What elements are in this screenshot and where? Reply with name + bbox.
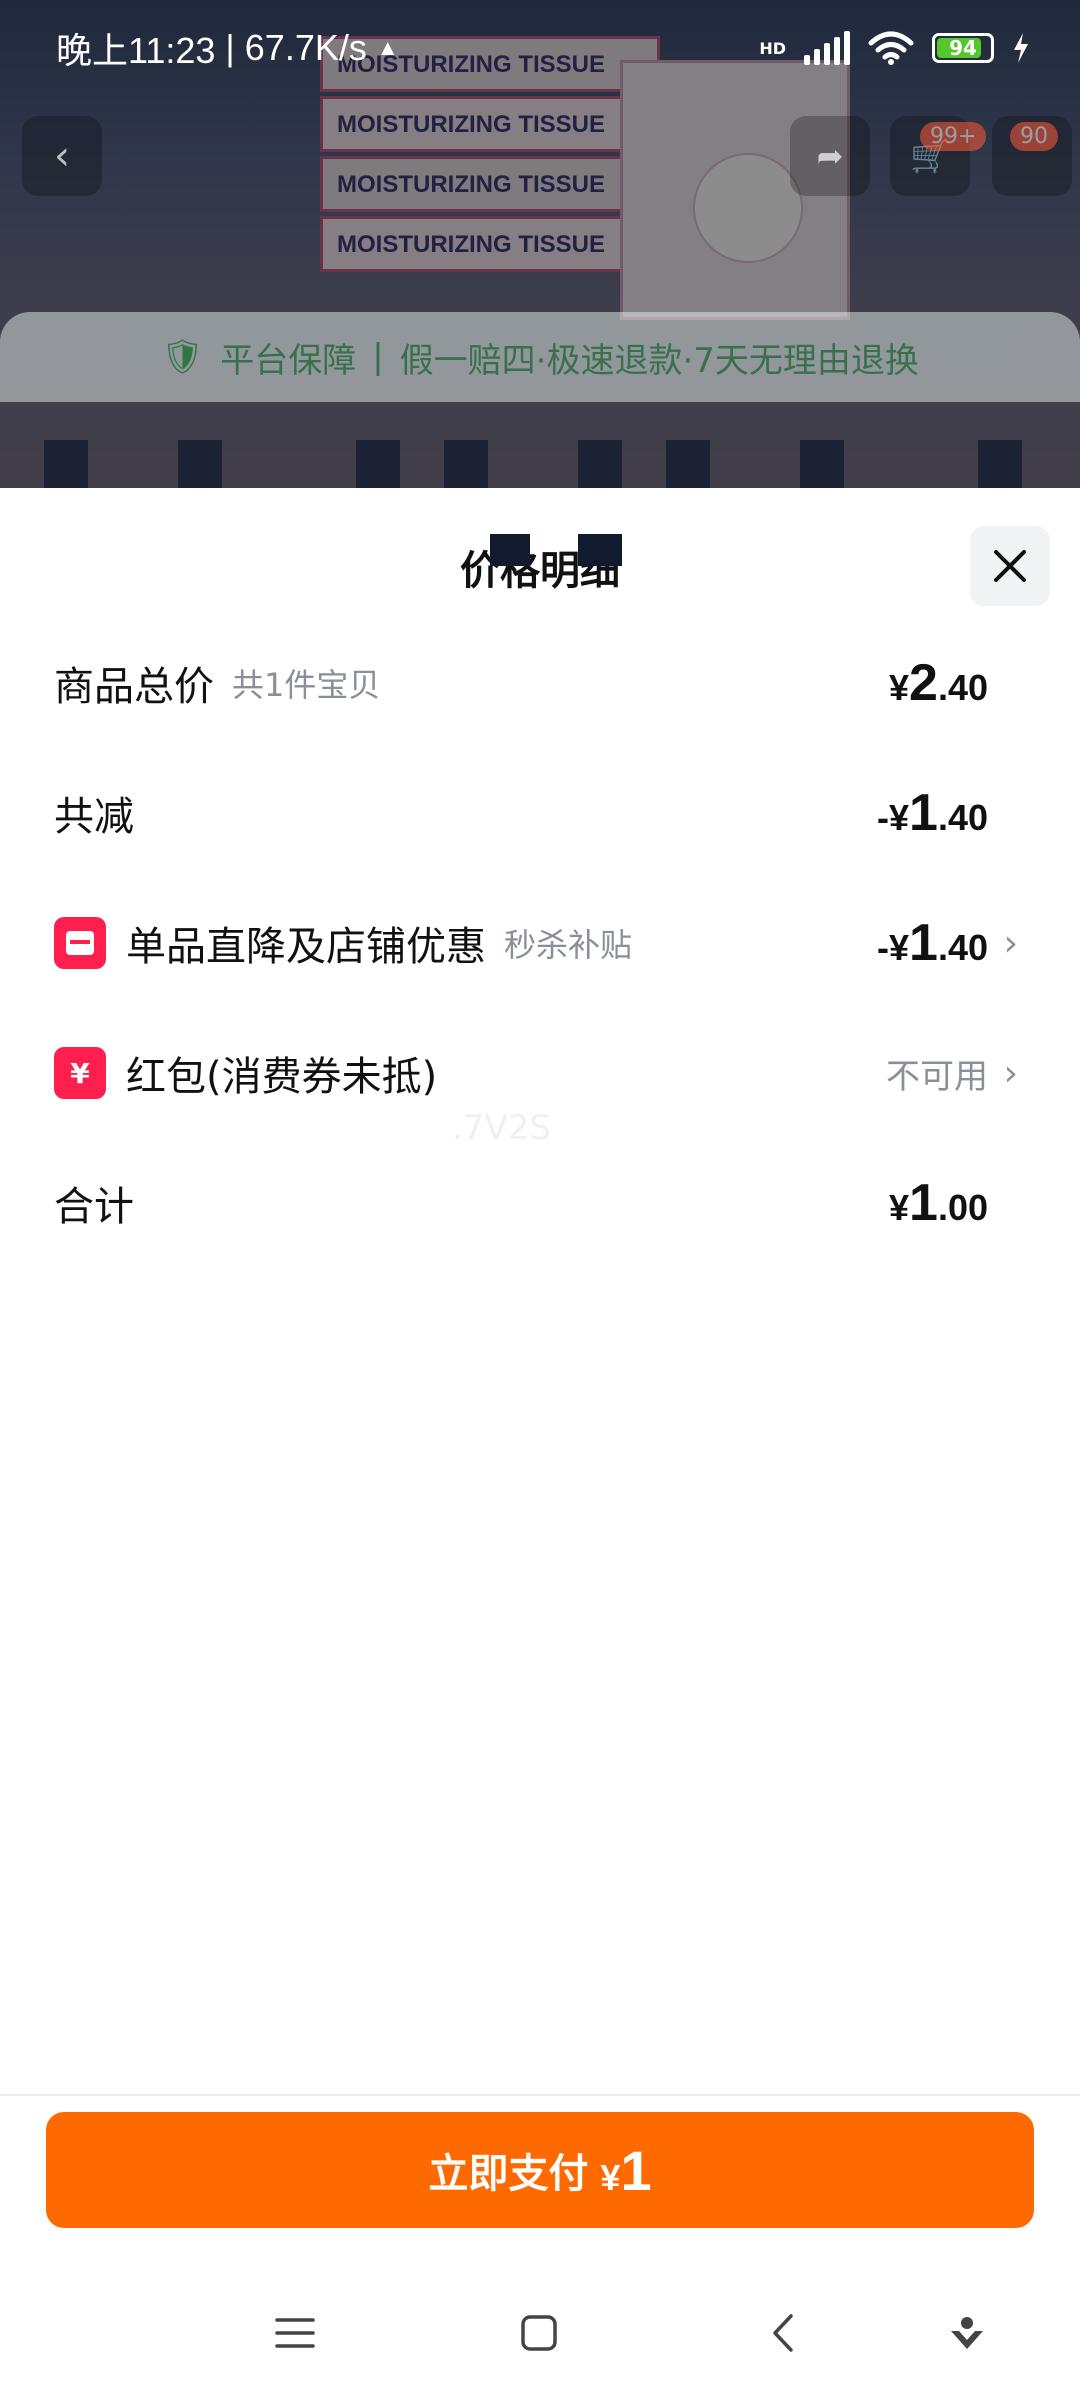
footer-divider (0, 2094, 1080, 2096)
total-discount-value: -¥1.40 (877, 784, 988, 842)
assistant-icon (951, 2317, 983, 2349)
grand-total-label: 合计 (54, 1184, 134, 1230)
grand-total-value: ¥1.00 (889, 1174, 988, 1232)
grand-total-row: 合计 ¥1.00 (0, 1138, 1080, 1268)
redaction-block (490, 534, 530, 566)
red-packet-label: 红包(消费券未抵) (126, 1054, 438, 1100)
pay-amount: ¥1 (600, 2138, 652, 2202)
redaction-block (578, 534, 622, 566)
hd-label: HD (759, 38, 786, 58)
status-bar: 晚上11:23 | 67.7K/s ▲ HD 94 (0, 0, 1080, 96)
home-square-icon (521, 2315, 557, 2351)
menu-button[interactable] (270, 2308, 320, 2358)
store-discount-value: -¥1.40 (877, 914, 988, 972)
store-discount-tag: 秒杀补贴 (504, 926, 633, 964)
pay-now-label: 立即支付 (428, 2151, 589, 2197)
signal-icon (804, 31, 850, 65)
red-packet-status: 不可用 (886, 1056, 988, 1097)
chevron-left-icon: ‹ (54, 133, 70, 179)
back-button[interactable]: ‹ (22, 116, 102, 196)
battery-level: 94 (949, 36, 977, 60)
redaction-blocks (0, 440, 1080, 490)
battery-icon: 94 (932, 33, 994, 63)
store-icon (54, 917, 106, 969)
system-nav-bar (0, 2268, 1080, 2400)
share-button[interactable]: ➦ (790, 116, 870, 196)
menu-icon (275, 2318, 315, 2348)
chevron-right-icon: › (1003, 1052, 1018, 1094)
guarantee-text: 假一赔四·极速退款·7天无理由退换 (399, 340, 919, 381)
watermark: .7V2S (452, 1108, 551, 1148)
home-button[interactable] (514, 2308, 564, 2358)
total-price-value: ¥2.40 (889, 654, 988, 712)
product-page-nav: ‹ ➦ 🛒 99+ 90 (0, 116, 1080, 196)
close-icon (994, 550, 1026, 582)
status-time: 晚上11:23 (56, 30, 216, 71)
price-rows: 商品总价 共1件宝贝 ¥2.40 共减 -¥1.40 单品直降及店铺优惠 秒杀补… (0, 618, 1080, 1268)
item-count: 共1件宝贝 (232, 666, 381, 704)
total-price-row: 商品总价 共1件宝贝 ¥2.40 (0, 618, 1080, 748)
share-icon: ➦ (816, 137, 844, 175)
store-discount-row[interactable]: 单品直降及店铺优惠 秒杀补贴 -¥1.40 › (0, 878, 1080, 1008)
red-packet-icon: ¥ (54, 1047, 106, 1099)
wifi-icon (868, 31, 914, 65)
sheet-title: 价格明细 (460, 548, 620, 594)
total-price-label: 商品总价 (54, 664, 214, 710)
guarantee-label: 平台保障 (220, 340, 357, 381)
shield-icon: 🛡 (161, 337, 205, 377)
close-button[interactable] (970, 526, 1050, 606)
guarantee-banner: 🛡 平台保障 | 假一赔四·极速退款·7天无理由退换 (0, 312, 1080, 402)
pay-now-button[interactable]: 立即支付 ¥1 (46, 2112, 1034, 2228)
total-discount-label: 共减 (54, 794, 134, 840)
mask-icon: ▲ (376, 35, 399, 60)
cart-badge: 99+ (920, 122, 987, 151)
message-badge: 90 (1010, 122, 1058, 151)
store-discount-label: 单品直降及店铺优惠 (126, 924, 486, 970)
total-discount-row: 共减 -¥1.40 (0, 748, 1080, 878)
chevron-right-icon: › (1003, 922, 1018, 964)
product-page-background: MOISTURIZING TISSUE MOISTURIZING TISSUE … (0, 0, 1080, 500)
charging-icon (1014, 33, 1028, 63)
price-detail-sheet: 价格明细 商品总价 共1件宝贝 ¥2.40 共减 -¥1.40 单品直降及店铺优… (0, 488, 1080, 2270)
nav-back-button[interactable] (758, 2308, 808, 2358)
back-chevron-icon (773, 2314, 793, 2352)
network-speed: 67.7K/s (244, 27, 367, 68)
assistant-button[interactable] (942, 2308, 992, 2358)
